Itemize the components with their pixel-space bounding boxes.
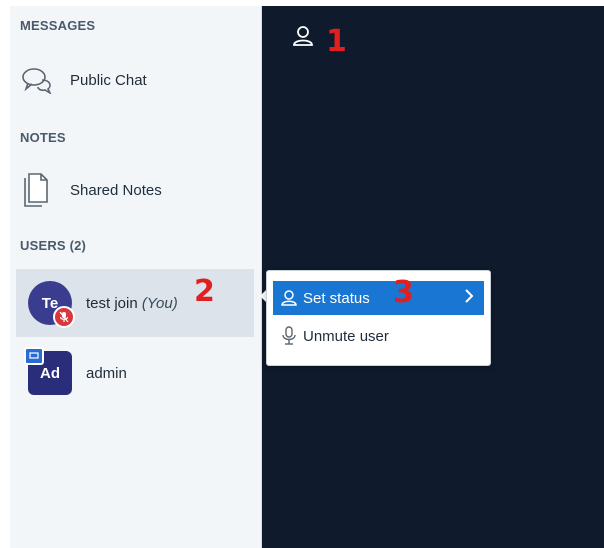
microphone-icon [275,326,303,346]
user-row-test-join[interactable]: Te test join (You) [16,269,254,337]
user-icon [275,289,303,307]
presenter-icon [24,347,44,365]
unmute-user-menu-item[interactable]: Unmute user [273,319,484,353]
set-status-label: Set status [303,289,370,307]
user-row-admin[interactable]: Ad admin [16,339,254,407]
chat-bubbles-icon [20,66,70,94]
muted-mic-icon [53,306,75,328]
chevron-right-icon [464,288,474,308]
avatar[interactable]: Ad [24,347,72,395]
notes-icon [20,170,70,210]
user-name: admin [86,364,127,382]
annotation-number-3: 3 [393,275,414,310]
avatar-initials: Ad [40,364,60,382]
shared-notes-item[interactable]: Shared Notes [20,168,250,212]
shared-notes-label: Shared Notes [70,181,162,199]
public-chat-label: Public Chat [70,71,147,89]
annotation-number-1: 1 [326,24,347,59]
user-name-text: test join [86,294,138,312]
set-status-menu-item[interactable]: Set status [273,281,484,315]
public-chat-item[interactable]: Public Chat [20,58,250,102]
user-icon [292,25,314,52]
avatar[interactable]: Te [28,281,75,328]
user-list-sidebar: MESSAGES Public Chat NOTES Shared Notes … [10,6,262,548]
unmute-user-label: Unmute user [303,327,389,345]
user-context-menu: Set status Unmute user [266,270,491,366]
user-name: test join (You) [86,295,178,312]
messages-section-title: MESSAGES [20,18,96,33]
users-section-title: USERS (2) [20,238,87,253]
notes-section-title: NOTES [20,130,66,145]
annotation-number-2: 2 [194,274,215,309]
you-label: (You) [141,294,178,312]
